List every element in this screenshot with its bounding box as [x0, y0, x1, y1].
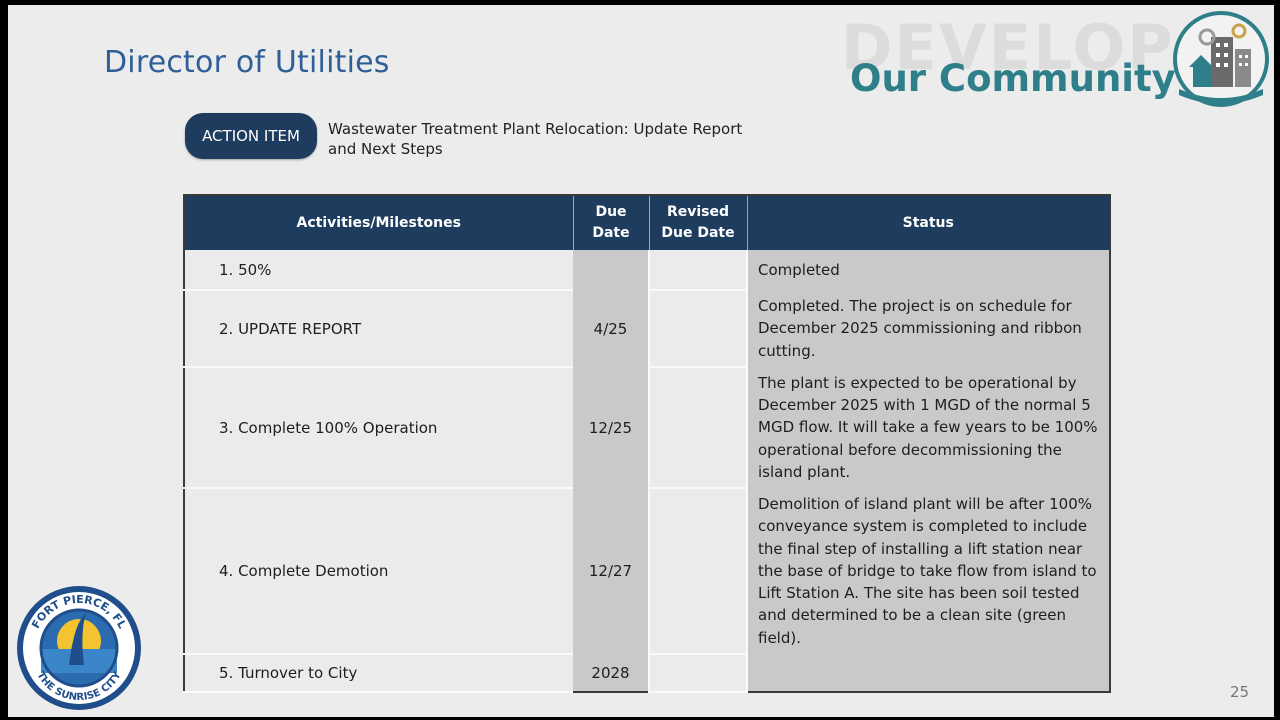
- table-header-row: Activities/Milestones Due Date Revised Due…: [184, 195, 1110, 250]
- status-cell: Demolition of island plant will be after…: [746, 488, 1110, 654]
- action-item-text: Wastewater Treatment Plant Relocation: U…: [328, 120, 743, 158]
- table-row: 5. Turnover to City 2028: [184, 654, 1110, 693]
- table-row: 3. Complete 100% Operation 12/25 The pla…: [184, 367, 1110, 489]
- header-revised-due-date: Revised Due Date: [648, 195, 747, 250]
- activity-cell: 1. 50%: [184, 250, 573, 291]
- table-row: 1. 50% Completed: [184, 250, 1110, 291]
- activity-cell: 2. UPDATE REPORT: [184, 290, 573, 368]
- action-item-badge: ACTION ITEM: [185, 113, 317, 159]
- table-row: 4. Complete Demotion 12/27 Demolition of…: [184, 488, 1110, 655]
- status-cell: The plant is expected to be operational …: [746, 367, 1110, 488]
- activity-cell: 4. Complete Demotion: [184, 488, 573, 655]
- due-date-cell: 12/25: [573, 367, 649, 488]
- table-row: 2. UPDATE REPORT 4/25 Completed. The pro…: [184, 290, 1110, 368]
- status-cell: Completed. The project is on schedule fo…: [746, 290, 1110, 367]
- due-date-cell: 4/25: [573, 290, 649, 367]
- revised-date-cell: [648, 250, 747, 291]
- header-activities: Activities/Milestones: [184, 195, 573, 250]
- revised-date-cell: [648, 367, 747, 489]
- activity-cell: 5. Turnover to City: [184, 654, 573, 693]
- due-date-cell: 12/27: [573, 488, 649, 654]
- header-status: Status: [746, 195, 1110, 250]
- due-date-cell: 2028: [573, 654, 649, 692]
- due-date-cell: [573, 250, 649, 290]
- status-cell: Completed: [746, 250, 1110, 290]
- city-buildings-icon: [1171, 9, 1271, 113]
- revised-date-cell: [648, 654, 747, 693]
- header-due-date: Due Date: [572, 195, 649, 250]
- revised-date-cell: [648, 290, 747, 368]
- activity-cell: 3. Complete 100% Operation: [184, 367, 573, 489]
- slide-title: Director of Utilities: [104, 45, 390, 80]
- revised-date-cell: [648, 488, 747, 655]
- brand-community-text: Our Community: [850, 57, 1176, 100]
- status-cell: [746, 654, 1110, 692]
- milestones-table: Activities/Milestones Due Date Revised Due…: [183, 194, 1111, 693]
- page-number: 25: [1230, 683, 1250, 701]
- slide: Director of Utilities DEVELOP Our Commun…: [8, 5, 1274, 717]
- city-seal-logo: FORT PIERCE, FL THE SUNRISE CITY: [14, 583, 144, 717]
